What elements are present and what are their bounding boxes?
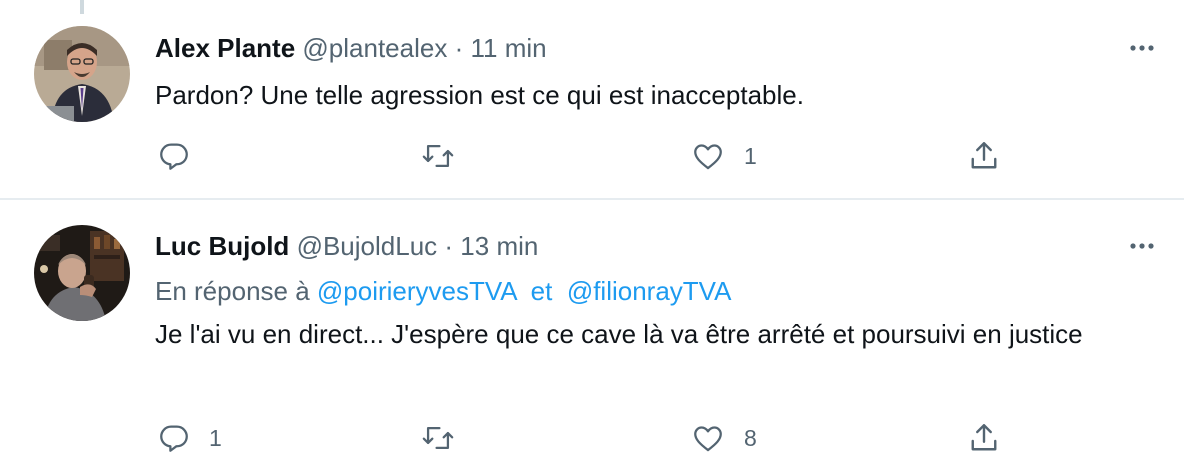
tweet-header: Luc Bujold @BujoldLuc · 13 min: [155, 230, 538, 262]
reply-conjunction: et: [530, 276, 553, 306]
more-button[interactable]: [1124, 30, 1160, 66]
mention-link[interactable]: @filionrayTVA: [567, 276, 732, 306]
more-icon: [1130, 45, 1154, 51]
tweet-alex-plante[interactable]: Alex Plante @plantealex · 11 min Pardon?…: [0, 0, 1184, 200]
retweet-button[interactable]: [420, 136, 474, 176]
like-count: 8: [744, 424, 757, 451]
timestamp[interactable]: 13 min: [460, 231, 538, 261]
retweet-icon: [422, 144, 454, 168]
share-button[interactable]: [966, 136, 1002, 176]
like-icon: [694, 426, 722, 452]
mention-link[interactable]: @poirieryvesTVA: [317, 276, 516, 306]
like-button[interactable]: 1: [690, 136, 757, 176]
reply-button[interactable]: 1: [157, 418, 222, 458]
tweet-luc-bujold[interactable]: Luc Bujold @BujoldLuc · 13 min En répons…: [0, 200, 1184, 474]
user-handle[interactable]: @plantealex: [302, 33, 447, 63]
share-button[interactable]: [966, 418, 1002, 458]
reply-prefix: En réponse à: [155, 276, 310, 306]
like-button[interactable]: 8: [690, 418, 757, 458]
separator: ·: [444, 231, 454, 261]
display-name[interactable]: Luc Bujold: [155, 231, 289, 261]
avatar-alex-plante[interactable]: [34, 26, 130, 122]
tweet-header: Alex Plante @plantealex · 11 min: [155, 32, 547, 64]
share-icon: [971, 424, 997, 451]
timestamp[interactable]: 11 min: [470, 33, 546, 63]
reply-count: 1: [209, 424, 222, 451]
tweet-actions: 1 8: [0, 418, 1184, 458]
more-button[interactable]: [1124, 228, 1160, 264]
reply-context: En réponse à @poirieryvesTVA et @filionr…: [155, 275, 731, 307]
like-icon: [694, 144, 722, 170]
reply-icon: [160, 143, 188, 170]
reply-button[interactable]: [157, 136, 209, 176]
retweet-icon: [422, 426, 454, 450]
tweet-actions: 1: [0, 136, 1184, 176]
separator: ·: [454, 33, 464, 63]
share-icon: [971, 142, 997, 169]
reply-icon: [160, 425, 188, 452]
like-count: 1: [744, 142, 757, 169]
more-icon: [1130, 243, 1154, 249]
display-name[interactable]: Alex Plante: [155, 33, 295, 63]
tweet-text: Pardon? Une telle agression est ce qui e…: [155, 80, 804, 110]
tweet-text: Je l'ai vu en direct... J'espère que ce …: [155, 319, 1083, 349]
retweet-button[interactable]: [420, 418, 474, 458]
avatar-luc-bujold[interactable]: [34, 225, 130, 321]
user-handle[interactable]: @BujoldLuc: [297, 231, 438, 261]
